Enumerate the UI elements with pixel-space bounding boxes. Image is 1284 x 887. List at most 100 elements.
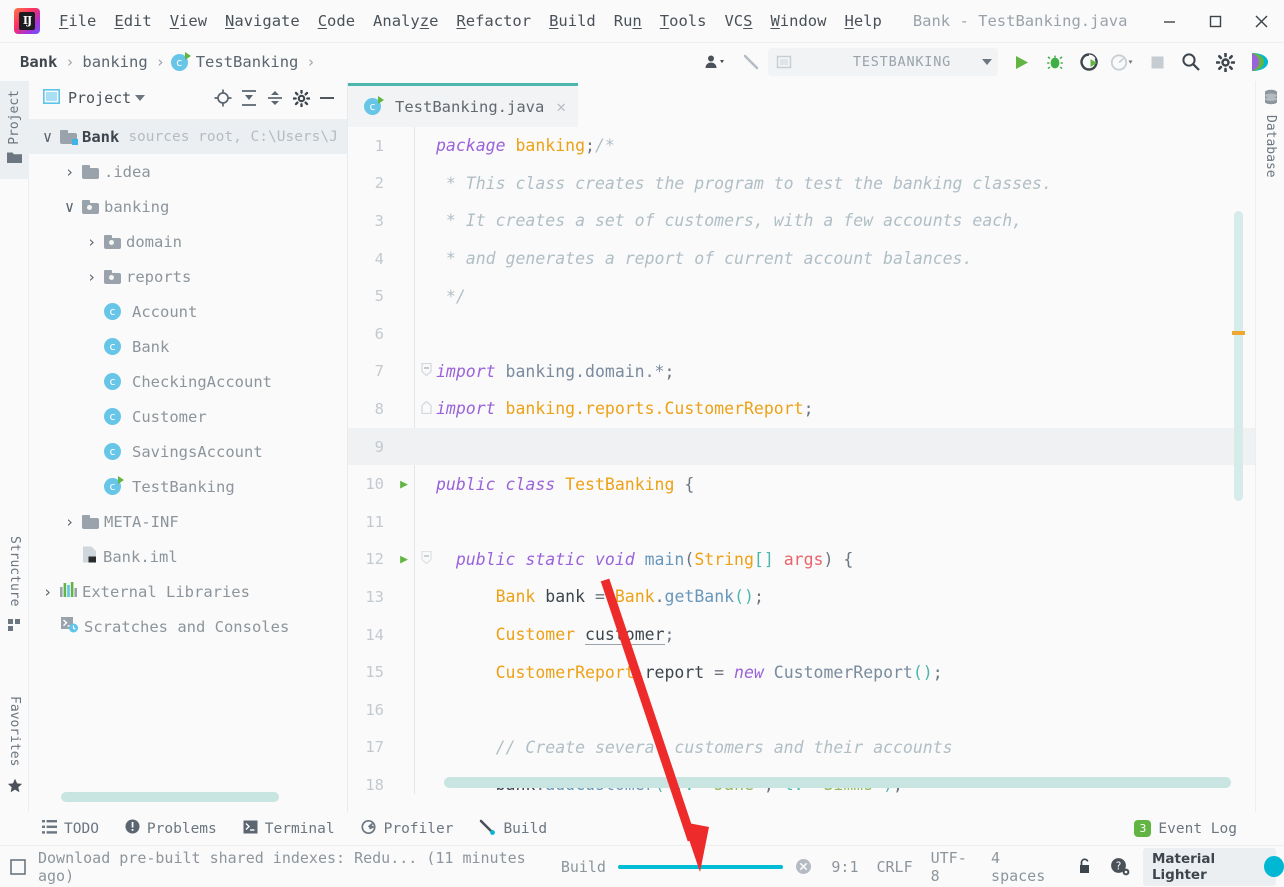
editor-vertical-scrollbar[interactable] — [1232, 211, 1245, 501]
tool-button-event-log[interactable]: 3 Event Log — [1121, 820, 1255, 837]
tree-item-domain[interactable]: › domain — [29, 224, 347, 259]
tree-item-idea[interactable]: › .idea — [29, 154, 347, 189]
file-encoding[interactable]: UTF-8 — [922, 849, 982, 885]
tree-item-bank-iml[interactable]: Bank.iml — [29, 539, 347, 574]
hide-panel-icon[interactable] — [315, 86, 339, 110]
breadcrumb-item-package[interactable]: banking — [80, 53, 149, 71]
run-with-coverage-button[interactable] — [1072, 47, 1106, 77]
code-line[interactable]: 17 // Create several customers and their… — [348, 729, 1255, 767]
menu-run[interactable]: Run — [605, 9, 651, 33]
theme-badge[interactable]: Material Lighter — [1142, 847, 1277, 886]
profile-button[interactable] — [1106, 47, 1140, 77]
tree-item-checkingaccount[interactable]: c CheckingAccount — [29, 364, 347, 399]
code-line[interactable]: 15 CustomerReport report = new CustomerR… — [348, 653, 1255, 691]
tool-button-terminal[interactable]: Terminal — [230, 820, 348, 838]
menu-file[interactable]: File — [50, 9, 105, 33]
chevron-right-icon[interactable]: › — [61, 163, 78, 181]
lock-icon[interactable] — [1068, 858, 1101, 875]
gear-icon[interactable] — [1208, 47, 1242, 77]
menu-build[interactable]: Build — [540, 9, 605, 33]
code-line[interactable]: 16 — [348, 691, 1255, 729]
menu-help[interactable]: Help — [835, 9, 890, 33]
menu-edit[interactable]: Edit — [105, 9, 160, 33]
editor-tab-testbanking[interactable]: c TestBanking.java ✕ — [348, 83, 578, 127]
cancel-progress-icon[interactable] — [795, 858, 812, 875]
code-line[interactable]: 14 Customer customer; — [348, 616, 1255, 654]
code-line[interactable]: 11 — [348, 503, 1255, 541]
code-line[interactable]: 1 package banking;/* — [348, 127, 1255, 165]
chevron-right-icon[interactable]: › — [83, 268, 100, 286]
code-line-current[interactable]: 9 — [348, 427, 1255, 466]
expand-all-icon[interactable] — [237, 86, 261, 110]
build-hammer-icon[interactable] — [734, 47, 768, 77]
tool-tab-favorites[interactable]: Favorites — [0, 696, 29, 798]
tool-button-build[interactable]: Build — [466, 819, 560, 839]
tool-tab-database[interactable]: Database — [1256, 89, 1284, 178]
close-icon[interactable]: ✕ — [552, 97, 566, 116]
minimize-button[interactable] — [1146, 0, 1192, 43]
tree-item-meta-inf[interactable]: › META-INF — [29, 504, 347, 539]
help-icon[interactable]: ? — [1101, 857, 1139, 876]
updates-icon[interactable] — [1242, 47, 1276, 77]
chevron-down-icon[interactable] — [135, 95, 146, 101]
show-memory-icon[interactable] — [10, 858, 26, 875]
tree-item-reports[interactable]: › reports — [29, 259, 347, 294]
chevron-right-icon[interactable]: › — [39, 583, 56, 601]
code-line[interactable]: 6 — [348, 315, 1255, 353]
maximize-button[interactable] — [1192, 0, 1238, 43]
code-line[interactable]: 2 * This class creates the program to te… — [348, 165, 1255, 203]
code-line[interactable]: 5 */ — [348, 277, 1255, 315]
debug-button[interactable] — [1038, 47, 1072, 77]
warning-marker[interactable] — [1232, 331, 1245, 335]
tree-item-bank-root[interactable]: ∨ Bank sources root, C:\Users\J — [29, 119, 347, 154]
breadcrumb-item-project[interactable]: Bank — [18, 53, 59, 71]
line-separator[interactable]: CRLF — [867, 858, 921, 876]
run-gutter-icon[interactable]: ▶ — [392, 552, 416, 567]
code-line[interactable]: 8 import banking.reports.CustomerReport; — [348, 390, 1255, 428]
tool-button-todo[interactable]: TODO — [29, 819, 112, 838]
menu-view[interactable]: View — [161, 9, 216, 33]
tree-item-customer[interactable]: c Customer — [29, 399, 347, 434]
project-panel-hscrollbar[interactable] — [61, 792, 279, 802]
menu-vcs[interactable]: VCS — [715, 9, 761, 33]
fold-marker-icon[interactable] — [416, 400, 436, 417]
code-editor[interactable]: 1 package banking;/* 2 * This class crea… — [348, 127, 1255, 794]
chevron-down-icon[interactable]: ∨ — [39, 128, 56, 146]
menu-navigate[interactable]: Navigate — [216, 9, 309, 33]
tool-button-problems[interactable]: Problems — [112, 819, 230, 838]
fold-marker-icon[interactable] — [416, 551, 436, 567]
tree-item-external-libraries[interactable]: › External Libraries — [29, 574, 347, 609]
code-line[interactable]: 4 * and generates a report of current ac… — [348, 240, 1255, 278]
indent-setting[interactable]: 4 spaces — [982, 849, 1068, 885]
editor-horizontal-scrollbar[interactable] — [444, 777, 1231, 788]
chevron-right-icon[interactable]: › — [83, 233, 100, 251]
breadcrumb-item-class[interactable]: TestBanking — [194, 53, 301, 71]
run-gutter-icon[interactable]: ▶ — [392, 477, 416, 492]
search-icon[interactable] — [1174, 47, 1208, 77]
menu-analyze[interactable]: Analyze — [364, 9, 447, 33]
code-line[interactable]: 7 import banking.domain.*; — [348, 353, 1255, 391]
chevron-right-icon[interactable]: › — [61, 513, 78, 531]
code-line[interactable]: 13 Bank bank = Bank.getBank(); — [348, 578, 1255, 616]
tree-item-testbanking[interactable]: c TestBanking — [29, 469, 347, 504]
tool-tab-structure[interactable]: Structure — [0, 536, 29, 644]
code-line[interactable]: 3 * It creates a set of customers, with … — [348, 202, 1255, 240]
close-button[interactable] — [1238, 0, 1284, 43]
run-button[interactable] — [1004, 47, 1038, 77]
code-line[interactable]: 10 ▶ public class TestBanking { — [348, 465, 1255, 503]
tool-tab-project[interactable]: Project — [0, 81, 29, 179]
tree-item-banking[interactable]: ∨ banking — [29, 189, 347, 224]
menu-refactor[interactable]: Refactor — [447, 9, 540, 33]
tree-item-scratches[interactable]: Scratches and Consoles — [29, 609, 347, 644]
tree-item-bank-class[interactable]: c Bank — [29, 329, 347, 364]
caret-position[interactable]: 9:1 — [822, 858, 867, 876]
menu-tools[interactable]: Tools — [651, 9, 716, 33]
chevron-down-icon[interactable]: ∨ — [61, 198, 78, 216]
collapse-all-icon[interactable] — [263, 86, 287, 110]
gear-icon[interactable] — [289, 86, 313, 110]
tree-item-savingsaccount[interactable]: c SavingsAccount — [29, 434, 347, 469]
run-configuration-selector[interactable]: TESTBANKING — [768, 48, 998, 76]
menu-code[interactable]: Code — [309, 9, 364, 33]
locate-icon[interactable] — [211, 86, 235, 110]
chevron-down-icon[interactable] — [982, 59, 992, 65]
